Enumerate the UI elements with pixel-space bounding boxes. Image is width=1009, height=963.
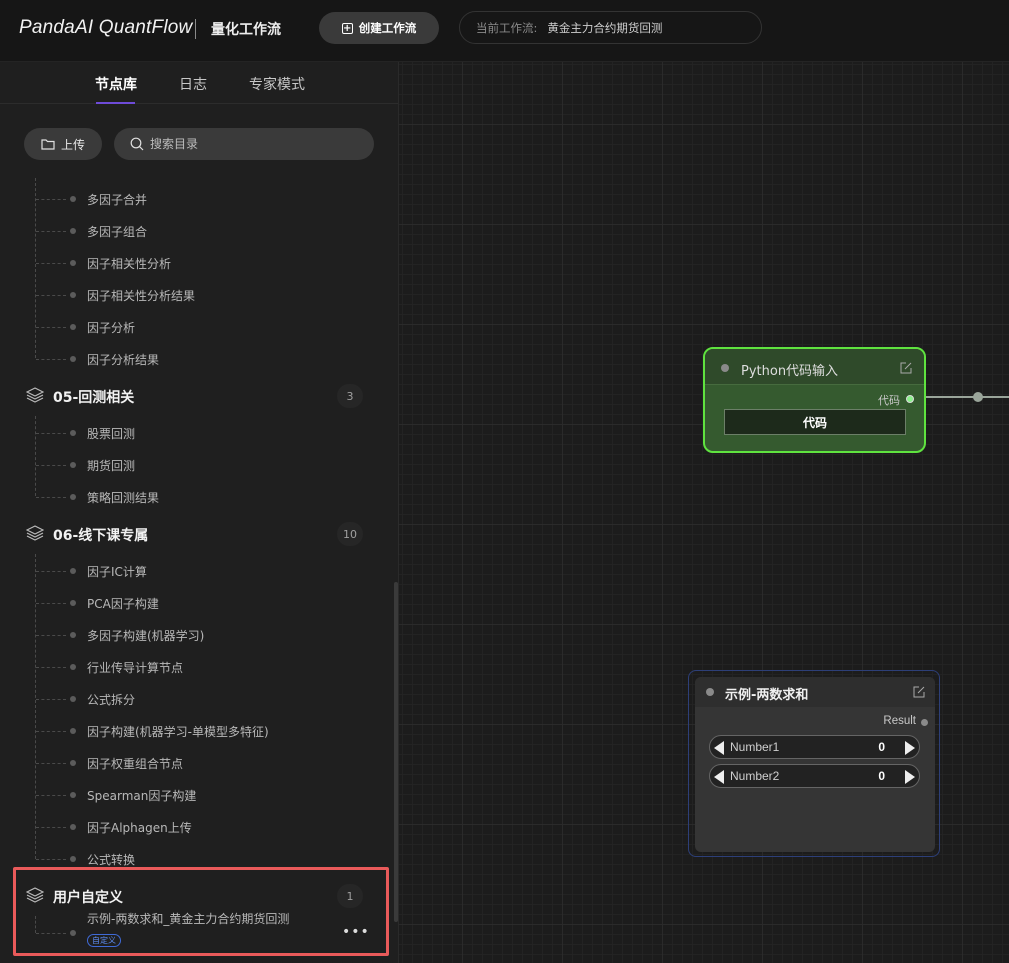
tab-expert-mode[interactable]: 专家模式 bbox=[249, 74, 305, 94]
group-count-badge: 3 bbox=[337, 384, 363, 408]
node-header[interactable]: Python代码输入 bbox=[705, 349, 924, 385]
list-item[interactable]: 因子权重组合节点 bbox=[0, 753, 380, 773]
create-workflow-button[interactable]: + 创建工作流 bbox=[319, 12, 439, 44]
output-port[interactable] bbox=[906, 395, 914, 403]
list-item[interactable]: PCA因子构建 bbox=[0, 593, 380, 613]
highlight-box bbox=[13, 867, 389, 956]
node-title: Python代码输入 bbox=[741, 364, 839, 379]
list-item-label: 多因子合并 bbox=[87, 193, 148, 207]
list-item-label: 因子IC计算 bbox=[87, 565, 147, 579]
list-item-label: 期货回测 bbox=[87, 459, 136, 473]
node-title: 示例-两数求和 bbox=[725, 688, 809, 703]
node-header[interactable]: 示例-两数求和 bbox=[695, 677, 935, 707]
layers-icon bbox=[26, 525, 44, 541]
python-code-node[interactable]: Python代码输入 代码 代码 bbox=[703, 347, 926, 453]
number1-stepper[interactable]: Number1 0 bbox=[709, 735, 920, 759]
output-label: 代码 bbox=[878, 394, 900, 407]
wire-midpoint-handle[interactable] bbox=[973, 392, 983, 402]
current-workflow-label: 当前工作流: bbox=[476, 20, 538, 35]
list-item-label: 策略回测结果 bbox=[87, 491, 160, 505]
list-item-label: 因子相关性分析结果 bbox=[87, 289, 196, 303]
search-field[interactable] bbox=[114, 128, 374, 160]
list-item[interactable]: 策略回测结果 bbox=[0, 487, 380, 507]
search-input[interactable] bbox=[150, 137, 350, 151]
list-item[interactable]: 因子IC计算 bbox=[0, 561, 380, 581]
search-icon bbox=[130, 137, 144, 151]
sidebar-scrollbar[interactable] bbox=[394, 582, 398, 922]
list-item[interactable]: 因子相关性分析 bbox=[0, 253, 380, 273]
list-item-label: 股票回测 bbox=[87, 427, 136, 441]
group-count-badge: 10 bbox=[337, 522, 363, 546]
create-workflow-label: 创建工作流 bbox=[358, 21, 417, 35]
list-item[interactable]: 公式转换 bbox=[0, 849, 380, 869]
header-divider bbox=[195, 19, 196, 39]
increment-icon[interactable] bbox=[905, 741, 915, 755]
node-status-dot bbox=[721, 364, 729, 372]
app-subtitle: 量化工作流 bbox=[211, 22, 281, 38]
list-item-label: 因子构建(机器学习-单模型多特征) bbox=[87, 725, 269, 739]
active-tab-indicator bbox=[96, 102, 135, 104]
folder-icon bbox=[41, 139, 55, 150]
list-item[interactable]: 行业传导计算节点 bbox=[0, 657, 380, 677]
group-title: 06-线下课专属 bbox=[53, 528, 149, 544]
list-item-label: 公式转换 bbox=[87, 853, 136, 867]
code-button[interactable]: 代码 bbox=[724, 409, 906, 435]
list-item-label: 因子分析 bbox=[87, 321, 136, 335]
tab-node-library[interactable]: 节点库 bbox=[95, 74, 137, 94]
output-port[interactable] bbox=[921, 719, 928, 726]
list-item-label: 行业传导计算节点 bbox=[87, 661, 184, 675]
output-label: Result bbox=[883, 715, 916, 727]
layers-icon bbox=[26, 387, 44, 403]
list-item[interactable]: 公式拆分 bbox=[0, 689, 380, 709]
list-item[interactable]: 期货回测 bbox=[0, 455, 380, 475]
sum-node[interactable]: 示例-两数求和 Result Number1 0 Number2 0 bbox=[688, 670, 940, 857]
list-item-label: 多因子组合 bbox=[87, 225, 148, 239]
decrement-icon[interactable] bbox=[714, 770, 724, 784]
list-item-label: PCA因子构建 bbox=[87, 597, 159, 611]
current-workflow-value: 黄金主力合约期货回测 bbox=[547, 20, 663, 35]
list-item[interactable]: 多因子组合 bbox=[0, 221, 380, 241]
current-workflow-field[interactable]: 当前工作流: 黄金主力合约期货回测 bbox=[459, 11, 762, 44]
group-title: 05-回测相关 bbox=[53, 390, 135, 406]
list-item[interactable]: 股票回测 bbox=[0, 423, 380, 443]
number2-stepper[interactable]: Number2 0 bbox=[709, 764, 920, 788]
list-item[interactable]: 因子分析 bbox=[0, 317, 380, 337]
upload-button[interactable]: 上传 bbox=[24, 128, 102, 160]
node-status-dot bbox=[706, 688, 714, 696]
edit-icon[interactable] bbox=[900, 362, 912, 374]
list-item-label: 因子相关性分析 bbox=[87, 257, 172, 271]
list-item-label: 多因子构建(机器学习) bbox=[87, 629, 205, 643]
list-item[interactable]: 多因子构建(机器学习) bbox=[0, 625, 380, 645]
tab-logs[interactable]: 日志 bbox=[179, 74, 207, 94]
edit-icon[interactable] bbox=[913, 686, 925, 698]
list-item-label: 因子权重组合节点 bbox=[87, 757, 184, 771]
list-item[interactable]: 多因子合并 bbox=[0, 189, 380, 209]
list-item-label: Spearman因子构建 bbox=[87, 789, 197, 803]
increment-icon[interactable] bbox=[905, 770, 915, 784]
top-bar: PandaAI QuantFlow 量化工作流 + 创建工作流 当前工作流: 黄… bbox=[0, 0, 1009, 62]
list-item[interactable]: 因子分析结果 bbox=[0, 349, 380, 369]
stepper-label: Number1 bbox=[730, 740, 780, 754]
list-item[interactable]: 因子Alphagen上传 bbox=[0, 817, 380, 837]
list-item[interactable]: Spearman因子构建 bbox=[0, 785, 380, 805]
sidebar-tabs: 节点库 日志 专家模式 bbox=[0, 62, 398, 104]
group-header-backtest[interactable]: 05-回测相关 3 bbox=[0, 383, 380, 409]
group-header-offline-course[interactable]: 06-线下课专属 10 bbox=[0, 521, 380, 547]
plus-square-icon: + bbox=[341, 22, 353, 34]
list-item-label: 因子Alphagen上传 bbox=[87, 821, 192, 835]
list-item-label: 公式拆分 bbox=[87, 693, 136, 707]
stepper-label: Number2 bbox=[730, 769, 780, 783]
node-library-sidebar: 节点库 日志 专家模式 上传 多因子合并 多因子组合 因子相关性分析 因子相关性… bbox=[0, 62, 399, 963]
list-item[interactable]: 因子构建(机器学习-单模型多特征) bbox=[0, 721, 380, 741]
stepper-value: 0 bbox=[878, 769, 885, 783]
decrement-icon[interactable] bbox=[714, 741, 724, 755]
list-item-label: 因子分析结果 bbox=[87, 353, 160, 367]
list-item[interactable]: 因子相关性分析结果 bbox=[0, 285, 380, 305]
connection-wire bbox=[918, 396, 1009, 398]
app-logo: PandaAI QuantFlow bbox=[19, 17, 193, 38]
stepper-value: 0 bbox=[878, 740, 885, 754]
upload-label: 上传 bbox=[60, 137, 85, 152]
